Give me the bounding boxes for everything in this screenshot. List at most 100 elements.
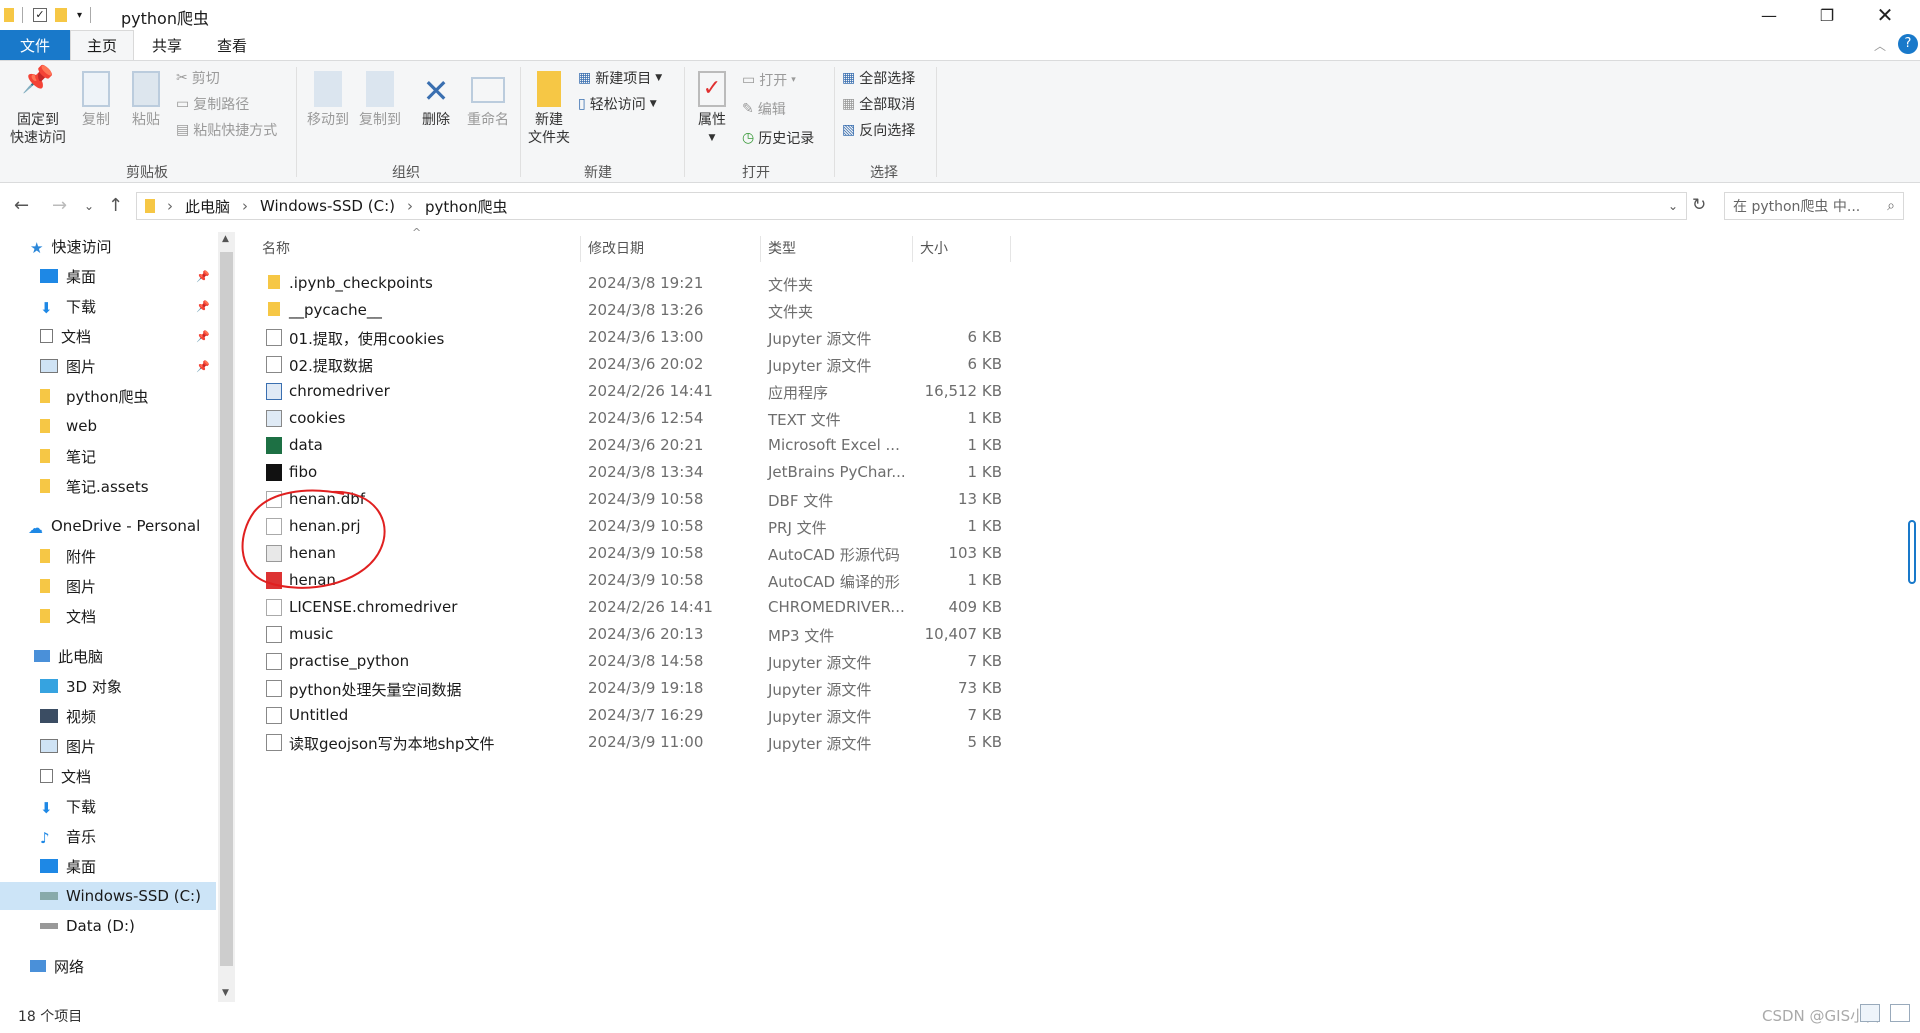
nav-scrollbar[interactable]: ▲ ▼ [218,232,235,1002]
nav-network[interactable]: 网络 [30,952,246,980]
breadcrumb-folder[interactable]: python爬虫 [425,196,507,217]
address-bar[interactable]: › 此电脑 › Windows-SSD (C:) › python爬虫 ⌄ [136,192,1687,220]
new-item-label: 新建项目 [595,71,652,87]
paste-shortcut-button[interactable]: ▤ 粘贴快捷方式 [176,119,277,141]
file-type: TEXT 文件 [768,411,841,429]
file-row[interactable]: 读取geojson写为本地shp文件 2024/3/9 11:00 Jupyter … [252,729,1012,756]
chevron-down-icon: ▼ [649,99,657,109]
file-size: 10,407 KB [924,625,1002,643]
copy-path-button[interactable]: ▭ 复制路径 [176,93,249,115]
edit-button[interactable]: ✎ 编辑 [742,98,786,120]
delete-button[interactable]: ✕ 删除 [414,71,458,129]
forward-arrow-icon[interactable]: → [52,195,67,216]
nav-onedrive[interactable]: ☁ OneDrive - Personal [28,512,244,540]
rename-button[interactable]: 重命名 [462,71,514,129]
new-item-button[interactable]: ▦ 新建项目 ▼ [578,67,662,89]
tab-home[interactable]: 主页 [70,30,134,60]
collapse-ribbon-icon[interactable]: ︿ [1874,37,1886,54]
nav-label: 此电脑 [58,647,104,666]
column-separator[interactable] [1010,236,1011,262]
file-date: 2024/3/6 20:21 [588,436,704,454]
file-row[interactable]: fibo 2024/3/8 13:34 JetBrains PyChar... 1 K… [252,459,1012,486]
help-icon[interactable]: ? [1898,34,1918,54]
properties-button[interactable]: ✓ 属性 ▼ [690,71,734,147]
cut-button[interactable]: ✂ 剪切 [176,67,220,89]
column-separator[interactable] [760,236,761,262]
new-folder-icon[interactable] [55,8,67,22]
history-button[interactable]: ◷ 历史记录 [742,127,814,149]
nav-label: OneDrive - Personal [51,517,201,535]
search-icon: ⌕ [1887,198,1895,214]
copy-button[interactable]: 复制 [74,71,118,129]
column-header-type[interactable]: 类型 [768,238,796,262]
scrollbar-thumb[interactable] [220,252,233,966]
chevron-down-icon[interactable]: ⌄ [1668,199,1678,213]
recent-locations-chevron-icon[interactable]: ⌄ [84,199,94,213]
file-row[interactable]: music 2024/3/6 20:13 MP3 文件 10,407 KB [252,621,1012,648]
new-folder-label: 新建 文件夹 [528,112,570,146]
group-separator [834,67,835,177]
file-name: Untitled [289,706,349,724]
file-date: 2024/3/9 10:58 [588,517,704,535]
close-icon[interactable]: ✕ [1856,0,1914,30]
details-view-icon[interactable] [1860,1004,1880,1022]
tab-share[interactable]: 共享 [136,30,198,60]
move-to-button[interactable]: 移动到 [302,71,354,129]
file-date: 2024/3/8 13:34 [588,463,704,481]
refresh-icon[interactable]: ↻ [1692,195,1706,215]
scroll-down-icon[interactable]: ▼ [222,988,229,998]
restore-icon[interactable]: ❐ [1798,0,1856,30]
copy-to-button[interactable]: 复制到 [354,71,406,129]
file-row[interactable]: chromedriver 2024/2/26 14:41 应用程序 16,512 KB [252,378,1012,405]
file-date: 2024/2/26 14:41 [588,598,713,616]
file-row[interactable]: data 2024/3/6 20:21 Microsoft Excel ... 1 K… [252,432,1012,459]
music-note-icon: ♪ [40,829,50,847]
tab-view[interactable]: 查看 [200,30,264,60]
nav-label: 下载 [66,297,97,316]
minimize-icon[interactable]: — [1740,0,1798,30]
file-row[interactable]: cookies 2024/3/6 12:54 TEXT 文件 1 KB [252,405,1012,432]
paste-button[interactable]: 粘贴 [124,71,168,129]
new-folder-button[interactable]: 新建 文件夹 [524,71,574,147]
status-item-count: 18 个项目 [18,1009,83,1025]
up-arrow-icon[interactable]: ↑ [108,195,123,216]
select-none-button[interactable]: ▦ 全部取消 [842,93,915,115]
file-row[interactable]: python处理矢量空间数据 2024/3/9 19:18 Jupyter 源文件 7… [252,675,1012,702]
file-row[interactable]: Untitled 2024/3/7 16:29 Jupyter 源文件 7 KB [252,702,1012,729]
group-separator [296,67,297,177]
search-input[interactable]: 在 python爬虫 中... ⌕ [1724,192,1904,220]
large-icons-view-icon[interactable] [1890,1004,1910,1022]
group-separator [520,67,521,177]
easy-access-button[interactable]: ▯ 轻松访问 ▼ [578,93,657,115]
open-button[interactable]: ▭ 打开 ▾ [742,69,796,91]
nav-label: 附件 [66,547,97,566]
pin-to-quick-access-button[interactable]: 📌 固定到 快速访问 [6,67,70,147]
pin-label: 固定到 快速访问 [10,112,66,146]
column-header-name[interactable]: 名称 [262,238,290,262]
select-all-button[interactable]: ▦ 全部选择 [842,67,915,89]
file-row[interactable]: 01.提取，使用cookies 2024/3/6 13:00 Jupyter 源文件… [252,324,1012,351]
column-header-size[interactable]: 大小 [920,238,948,262]
file-row[interactable]: LICENSE.chromedriver 2024/2/26 14:41 CHROM… [252,594,1012,621]
column-separator[interactable] [912,236,913,262]
file-row[interactable]: __pycache__ 2024/3/8 13:26 文件夹 [252,297,1012,324]
file-row[interactable]: .ipynb_checkpoints 2024/3/8 19:21 文件夹 [252,270,1012,297]
breadcrumb-drive[interactable]: Windows-SSD (C:) [260,197,395,215]
nav-item-drive-c[interactable]: Windows-SSD (C:) [0,882,216,910]
breadcrumb-this-pc[interactable]: 此电脑 [185,196,230,217]
properties-check-icon[interactable]: ✓ [33,8,47,22]
tab-file[interactable]: 文件 [0,30,70,60]
scroll-up-icon[interactable]: ▲ [222,234,229,244]
back-arrow-icon[interactable]: ← [14,195,29,216]
customize-toolbar-icon[interactable]: ▾ [77,10,82,21]
invert-selection-button[interactable]: ▧ 反向选择 [842,119,915,141]
file-row[interactable]: practise_python 2024/3/8 14:58 Jupyter 源文件… [252,648,1012,675]
column-separator[interactable] [580,236,581,262]
folder-icon [40,609,50,623]
nav-quick-access[interactable]: ★ 快速访问 [30,232,246,260]
quick-access-toolbar: ✓ ▾ [4,4,92,26]
file-row[interactable]: 02.提取数据 2024/3/6 20:02 Jupyter 源文件 6 KB [252,351,1012,378]
window-scroll-indicator[interactable] [1908,520,1916,584]
file-size: 13 KB [958,490,1002,508]
column-header-date[interactable]: 修改日期 [588,238,644,262]
